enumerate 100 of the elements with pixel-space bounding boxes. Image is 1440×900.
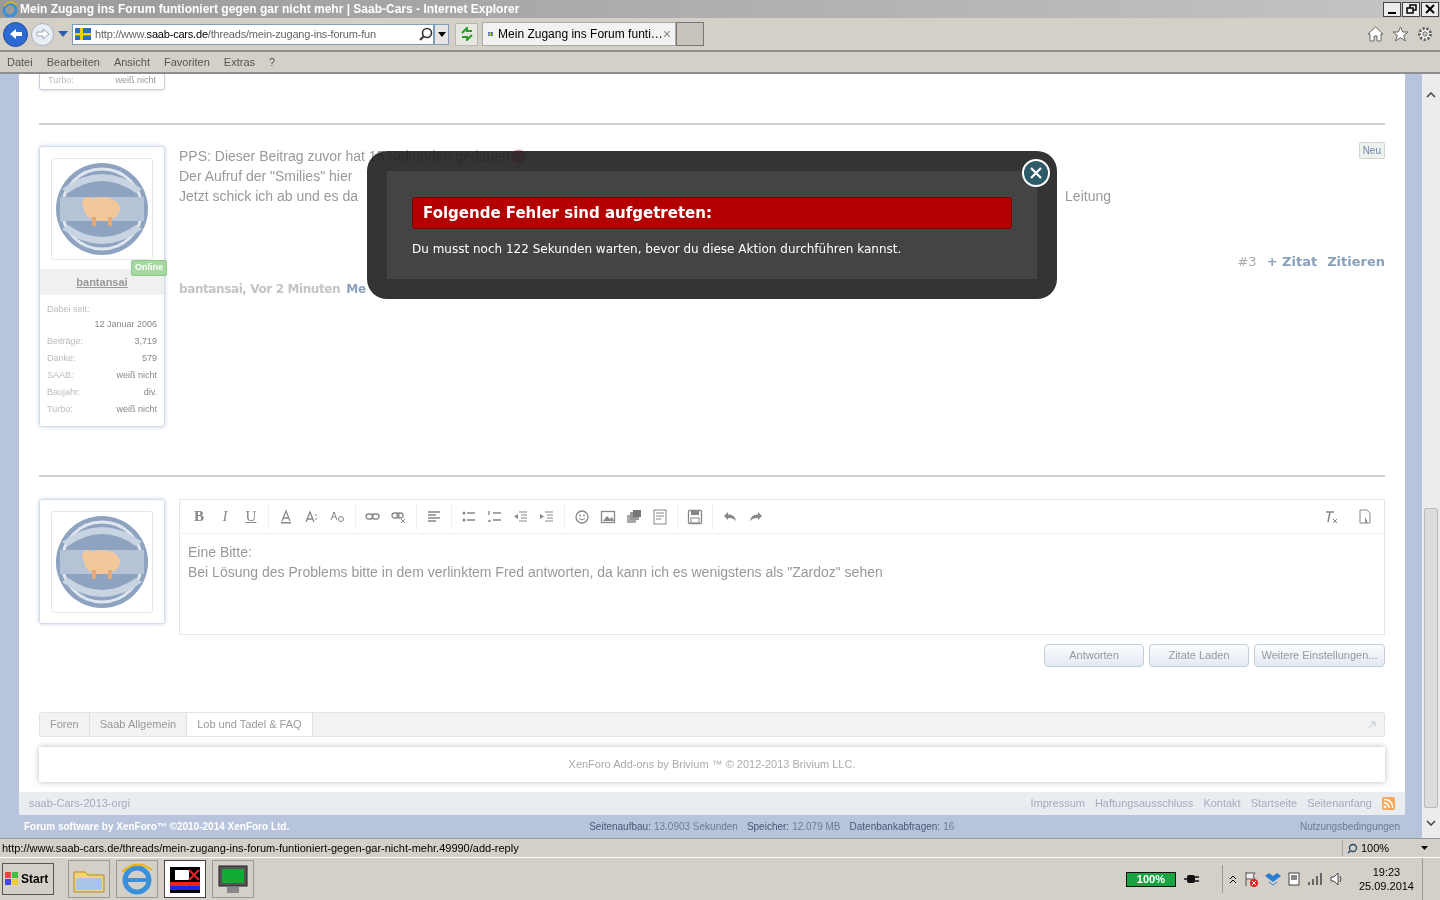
restore-button[interactable] [1402,1,1420,17]
minimize-icon [1388,11,1396,14]
outdent-icon[interactable] [513,508,529,525]
format-button[interactable]: I [212,504,238,529]
toggle-source-icon[interactable] [1357,508,1373,525]
stat-label: Baujahr: [47,386,81,399]
dropdown-icon[interactable] [58,31,68,37]
terms-link[interactable]: Nutzungsbedingungen [1299,818,1400,834]
stat-label: Danke: [47,352,76,365]
footer-link[interactable]: Impressum [1030,795,1085,812]
rss-icon[interactable] [1382,797,1395,810]
scroll-up-icon[interactable] [1426,92,1436,98]
debug-value: 12.079 MB [792,819,841,834]
minimize-button[interactable] [1383,1,1401,17]
tab-close-button[interactable]: × [662,27,671,41]
taskbar-button[interactable] [164,860,206,898]
scroll-down-icon[interactable] [1426,820,1436,826]
stat-value: weiß nicht [116,369,157,382]
flag-error-icon[interactable] [1242,871,1259,887]
zoom-button[interactable]: 100% [1342,840,1428,856]
browser-tab[interactable]: Mein Zugang ins Forum funti…× [482,22,676,46]
clock-time: 19:23 [1372,865,1401,879]
footer-link[interactable]: Haftungsausschluss [1094,795,1194,812]
quote-link[interactable]: Zitieren [1327,252,1385,272]
dropbox-icon[interactable] [1264,871,1281,887]
ie-icon [2,1,18,17]
flag-icon [75,28,91,40]
form-button[interactable]: Weitere Einstellungen... [1254,644,1385,667]
close-icon [1425,4,1435,14]
format-button[interactable]: U [238,504,264,529]
menu-item[interactable]: Ansicht [113,53,150,71]
star-icon[interactable] [1392,26,1409,42]
stat-label: SAAB: [47,369,74,382]
close-button[interactable] [1421,1,1439,17]
breadcrumb-link[interactable]: Lob und Tadel & FAQ [187,713,313,736]
menu-item[interactable]: Bearbeiten [46,53,100,71]
stat-value: weiß nicht [115,74,156,87]
editor-text: Eine Bitte: [188,543,253,562]
stat-label: Beiträge: [47,335,84,348]
image-icon[interactable] [600,508,616,525]
quote-link[interactable]: + Zitat [1266,252,1318,272]
back-button[interactable] [3,21,28,47]
forward-arrow-icon [35,28,50,40]
align-icon[interactable] [426,508,442,525]
save-icon[interactable] [687,508,703,525]
signal-bars-icon[interactable] [1306,872,1323,886]
debug-value: 13.0903 Sekunden [653,819,738,834]
speaker-icon[interactable] [1328,871,1345,887]
caret-icon [1421,846,1428,850]
debug-label: Datenbankabfragen: [849,819,941,834]
media-icon[interactable] [626,508,642,525]
refresh-button[interactable] [455,22,478,46]
search-icon[interactable] [419,27,433,41]
menu-item[interactable]: Extras [223,53,256,71]
settings-icon[interactable] [1417,26,1433,42]
scrollbar[interactable] [1422,74,1440,838]
report-link[interactable]: Me [346,279,367,298]
home-icon[interactable] [1367,26,1384,42]
post-author-date: bantansai, Vor 2 Minuten [179,280,341,298]
footer-link[interactable]: Startseite [1250,795,1298,812]
font-color-icon[interactable] [278,508,294,525]
start-button[interactable]: Start [2,863,54,895]
message-text: Leitung [1065,187,1111,206]
form-button[interactable]: Antworten [1044,644,1144,667]
numbered-list-icon[interactable] [487,508,503,525]
menu-item[interactable]: Favoriten [164,53,210,71]
new-tab-button[interactable] [676,22,704,46]
device-icon[interactable] [1286,871,1301,887]
form-button[interactable]: Zitate Laden [1149,644,1249,667]
font-size-icon[interactable] [304,508,320,525]
debug-value: 16 [943,819,955,834]
footer-link[interactable]: Seitenanfang [1307,795,1372,812]
zoom-icon [1347,842,1358,854]
dropdown-button[interactable] [434,23,449,45]
stat-value: 3,719 [134,335,157,348]
taskbar-button[interactable] [212,860,254,898]
error-heading: Folgende Fehler sind aufgetreten: [412,197,1012,229]
windows-logo-icon [5,872,19,886]
clear-format-icon[interactable] [1323,508,1339,525]
new-badge: Neu [1358,142,1385,159]
caret-icon [437,31,446,37]
menu-item[interactable]: Datei [7,53,33,71]
ie-icon [119,862,155,896]
stat-value: 12 Januar 2006 [93,318,157,331]
smiley-icon[interactable] [574,508,590,525]
stat-label: Dabei seit: [47,303,91,316]
back-arrow-icon [8,28,23,40]
message-text: Der Aufruf der "Smilies" hier [179,167,353,186]
url-text: saab-cars.de [146,27,208,40]
footer-link[interactable]: Kontakt [1203,795,1241,812]
menu-item[interactable]: ? [269,53,276,71]
address-field[interactable]: http://www.saab-cars.de/threads/mein-zugang-ins-forum-fun [72,23,434,45]
url-text: http://www. [95,27,147,40]
indent-icon[interactable] [539,508,555,525]
breadcrumb-link[interactable]: Foren [40,713,90,736]
chevron-up-icon[interactable] [1228,874,1237,884]
stat-value: div. [143,386,157,399]
software-credit: Forum software by XenForo™ ©2010-2014 XenForo Ltd. [24,819,290,834]
format-button[interactable]: B [186,504,212,529]
monitor-icon [215,862,251,896]
